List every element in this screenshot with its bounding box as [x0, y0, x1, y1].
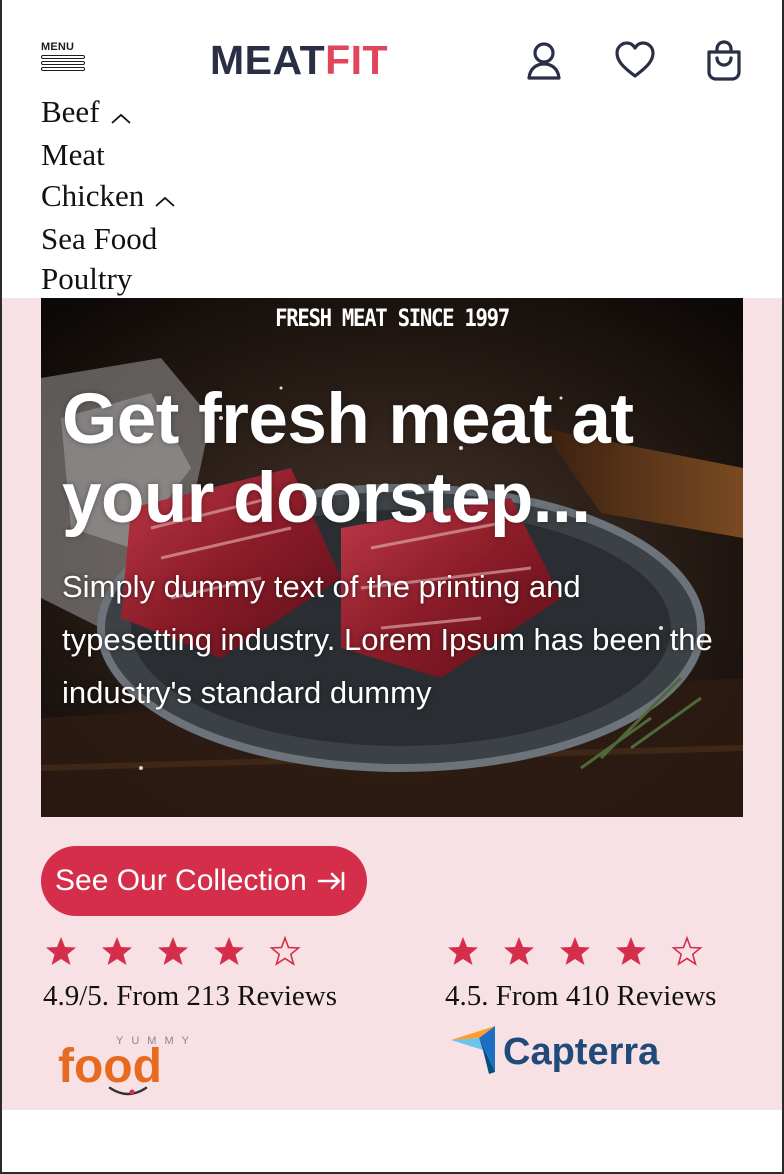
- hero-section: FRESH MEAT SINCE 1997 Get fresh meat at …: [2, 298, 782, 1110]
- nav-item-label: Poultry: [41, 261, 133, 297]
- capterra-logo: Capterra: [449, 1022, 689, 1083]
- star-filled-icon: [158, 937, 188, 965]
- nav-item-label: Sea Food: [41, 220, 158, 256]
- nav-item-label: Meat: [41, 137, 105, 173]
- logo-part-fit: FIT: [325, 37, 389, 83]
- review-summary: 4.9/5. From 213 Reviews: [43, 980, 338, 1012]
- chevron-up-icon[interactable]: [154, 178, 176, 219]
- nav-item-label: Chicken: [41, 177, 145, 213]
- star-rating: [445, 934, 716, 968]
- review-summary: 4.5. From 410 Reviews: [445, 980, 717, 1012]
- star-filled-icon: [504, 937, 534, 965]
- hero-tagline: FRESH MEAT SINCE 1997: [275, 304, 510, 332]
- menu-button[interactable]: MENU: [41, 42, 89, 82]
- review-block-capterra: 4.5. From 410 Reviews: [445, 934, 716, 1016]
- shopping-bag-icon: [707, 40, 741, 81]
- nav-item-label: Beef: [41, 94, 100, 129]
- see-collection-label: See Our Collection: [55, 864, 307, 897]
- star-filled-icon: [448, 937, 478, 965]
- arrow-right-to-bar-icon: [317, 870, 347, 892]
- cart-button[interactable]: [704, 40, 744, 82]
- nav-item-chicken[interactable]: Chicken: [41, 176, 176, 219]
- heart-icon: [615, 41, 655, 78]
- hamburger-icon: [41, 55, 89, 71]
- site-logo[interactable]: MEATFIT: [210, 37, 388, 83]
- nav-item-beef[interactable]: Beef: [41, 92, 176, 135]
- user-icon: [527, 42, 561, 80]
- nav-item-sea-food[interactable]: Sea Food: [41, 219, 176, 260]
- account-button[interactable]: [524, 40, 564, 82]
- star-outline-icon: [269, 935, 301, 966]
- star-filled-icon: [616, 937, 646, 965]
- see-collection-button[interactable]: See Our Collection: [41, 846, 367, 916]
- category-nav: Beef Meat Chicken Sea Food Poultry: [41, 92, 176, 300]
- site-header: MENU MEATFIT Beef Meat Chicken Sea Food …: [2, 0, 782, 298]
- hero-description: Simply dummy text of the printing and ty…: [62, 569, 713, 710]
- svg-text:Capterra: Capterra: [503, 1031, 660, 1073]
- star-rating: [43, 934, 337, 968]
- hero-banner: FRESH MEAT SINCE 1997 Get fresh meat at …: [41, 298, 743, 817]
- logo-part-meat: MEAT: [210, 37, 326, 83]
- review-block-yummy-food: 4.9/5. From 213 Reviews: [43, 934, 337, 1016]
- wishlist-button[interactable]: [613, 40, 657, 82]
- yummy-food-logo: YUMMY food: [58, 1032, 198, 1105]
- nav-item-poultry[interactable]: Poultry: [41, 259, 176, 300]
- menu-label: MENU: [41, 41, 75, 53]
- star-filled-icon: [102, 937, 132, 965]
- chevron-up-icon[interactable]: [110, 95, 132, 136]
- hero-title: Get fresh meat at your doorstep...: [62, 380, 634, 538]
- nav-item-meat[interactable]: Meat: [41, 135, 176, 176]
- svg-text:food: food: [58, 1040, 162, 1093]
- star-outline-icon: [671, 935, 703, 966]
- star-filled-icon: [214, 937, 244, 965]
- star-filled-icon: [560, 937, 590, 965]
- star-filled-icon: [46, 937, 76, 965]
- hero-background-image: [41, 298, 743, 817]
